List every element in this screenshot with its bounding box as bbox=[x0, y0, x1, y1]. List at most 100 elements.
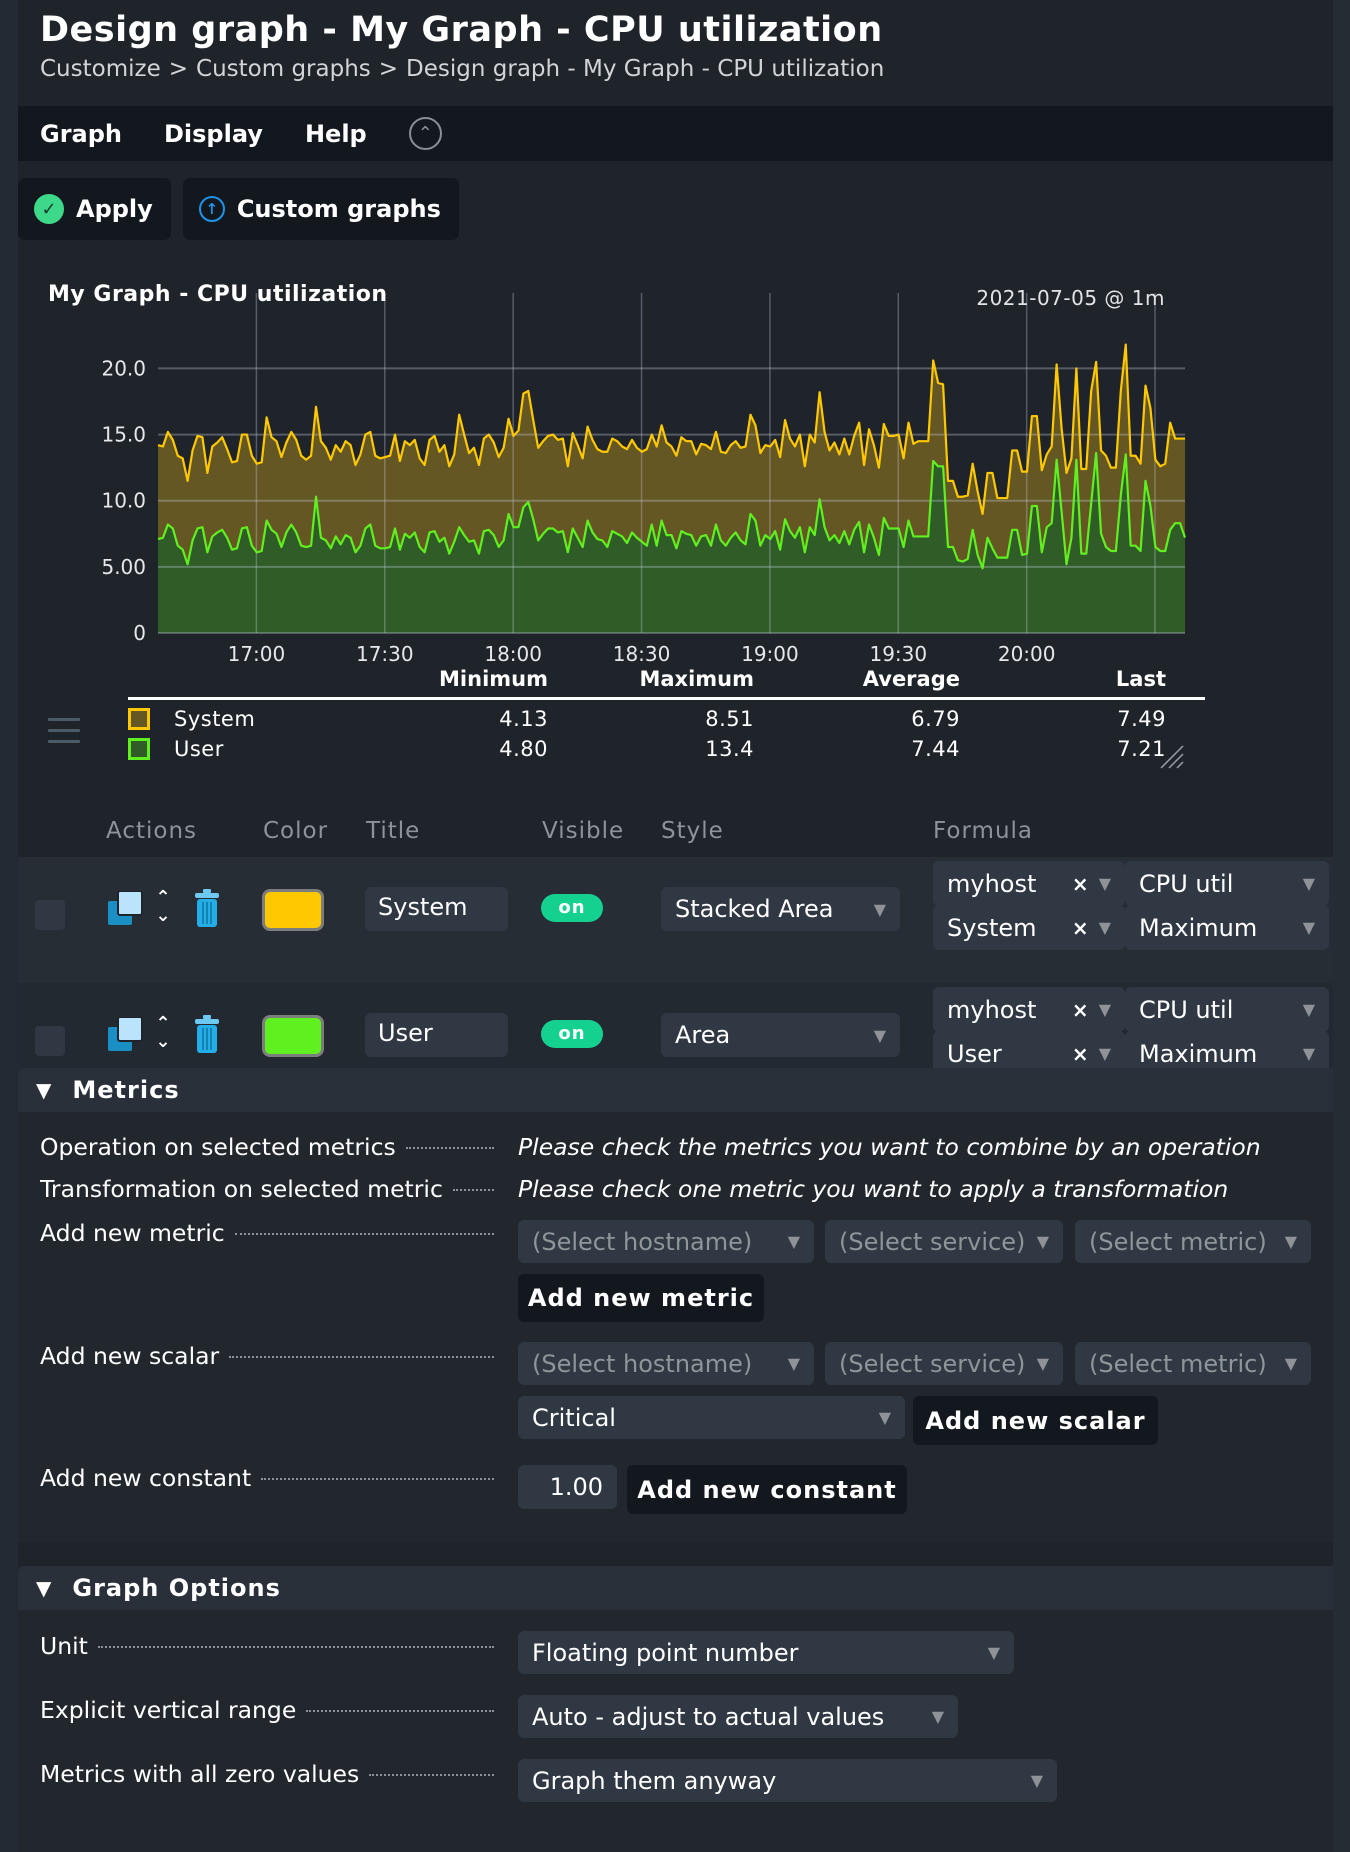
clear-icon[interactable]: × bbox=[1072, 1042, 1089, 1066]
host-value: myhost bbox=[947, 995, 1037, 1024]
custom-graphs-label: Custom graphs bbox=[236, 195, 441, 223]
dropdown-arrow-icon: ▼ bbox=[787, 1232, 800, 1251]
add-metric-metric-select[interactable]: (Select metric) ▼ bbox=[1075, 1220, 1311, 1263]
col-style: Style bbox=[661, 818, 724, 844]
add-scalar-metric-select[interactable]: (Select metric) ▼ bbox=[1075, 1342, 1311, 1385]
service-placeholder: (Select service) bbox=[839, 1349, 1026, 1378]
menu-graph[interactable]: Graph bbox=[40, 120, 122, 148]
select-checkbox[interactable] bbox=[35, 1026, 65, 1056]
consolidation-select[interactable]: Maximum ▼ bbox=[1125, 905, 1329, 950]
host-select[interactable]: myhost × ▼ bbox=[933, 861, 1125, 906]
service-value: User bbox=[947, 1039, 1002, 1068]
legend-name: User bbox=[174, 737, 224, 761]
color-picker[interactable] bbox=[262, 1015, 324, 1057]
title-input[interactable]: User bbox=[365, 1013, 508, 1057]
dropdown-arrow-icon: ▼ bbox=[1098, 918, 1111, 937]
col-visible: Visible bbox=[542, 818, 625, 844]
vertical-range-select[interactable]: Auto - adjust to actual values ▼ bbox=[518, 1695, 958, 1738]
breadcrumb-separator: > bbox=[168, 56, 189, 82]
legend-last: 7.21 bbox=[1117, 737, 1166, 761]
hamburger-menu-icon[interactable] bbox=[48, 718, 80, 751]
constant-value-input[interactable]: 1.00 bbox=[518, 1465, 617, 1509]
metric-row: ⌃ ⌄ System on Stacked Area ▼ myhost × ▼ Syst… bbox=[18, 857, 1333, 983]
chevron-up-circle-icon[interactable]: ⌃ bbox=[408, 117, 442, 150]
menu-bar: Graph Display Help ⌃ bbox=[18, 106, 1333, 161]
legend-row-system: System 4.13 8.51 6.79 7.49 bbox=[128, 704, 1205, 734]
trash-icon[interactable] bbox=[194, 889, 220, 927]
clear-icon[interactable]: × bbox=[1072, 872, 1089, 896]
page-title: Design graph - My Graph - CPU utilizatio… bbox=[40, 10, 883, 50]
metric-select[interactable]: CPU util ▼ bbox=[1125, 987, 1329, 1032]
legend-min: 4.13 bbox=[499, 707, 548, 731]
move-up-down-icon[interactable]: ⌃ ⌄ bbox=[152, 889, 174, 929]
move-up-down-icon[interactable]: ⌃ ⌄ bbox=[152, 1015, 174, 1055]
y-tick-label: 15.0 bbox=[101, 423, 146, 447]
col-color: Color bbox=[263, 818, 329, 844]
add-new-scalar-button[interactable]: Add new scalar bbox=[913, 1396, 1158, 1445]
host-value: myhost bbox=[947, 869, 1037, 898]
style-value: Stacked Area bbox=[675, 895, 834, 923]
metric-placeholder: (Select metric) bbox=[1089, 1227, 1267, 1256]
graph-title: My Graph - CPU utilization bbox=[48, 282, 388, 307]
metrics-section-body: Operation on selected metrics Please che… bbox=[18, 1112, 1333, 1542]
add-metric-service-select[interactable]: (Select service) ▼ bbox=[825, 1220, 1063, 1263]
title-input[interactable]: System bbox=[365, 887, 508, 931]
unit-select[interactable]: Floating point number ▼ bbox=[518, 1631, 1014, 1674]
add-new-constant-button[interactable]: Add new constant bbox=[627, 1465, 907, 1514]
graph-timestamp: 2021-07-05 @ 1m bbox=[976, 286, 1165, 310]
style-select[interactable]: Area ▼ bbox=[661, 1013, 900, 1057]
add-scalar-service-select[interactable]: (Select service) ▼ bbox=[825, 1342, 1063, 1385]
trash-icon[interactable] bbox=[194, 1015, 220, 1053]
add-new-metric-button[interactable]: Add new metric bbox=[518, 1274, 764, 1322]
y-tick-label: 0 bbox=[133, 621, 146, 645]
graph-options-section-header[interactable]: ▼ Graph Options bbox=[18, 1566, 1333, 1610]
clone-icon[interactable] bbox=[108, 1017, 144, 1051]
scalar-type-select[interactable]: Critical ▼ bbox=[518, 1396, 905, 1439]
dropdown-arrow-icon: ▼ bbox=[1302, 1000, 1315, 1019]
col-actions: Actions bbox=[106, 818, 198, 844]
dropdown-arrow-icon: ▼ bbox=[873, 1025, 886, 1045]
color-picker[interactable] bbox=[262, 889, 324, 931]
triangle-down-icon: ▼ bbox=[36, 1576, 53, 1600]
host-placeholder: (Select hostname) bbox=[532, 1227, 753, 1256]
menu-help[interactable]: Help bbox=[305, 120, 367, 148]
style-select[interactable]: Stacked Area ▼ bbox=[661, 887, 900, 931]
select-checkbox[interactable] bbox=[35, 900, 65, 930]
zero-values-select[interactable]: Graph them anyway ▼ bbox=[518, 1759, 1057, 1802]
dropdown-arrow-icon: ▼ bbox=[1284, 1232, 1297, 1251]
breadcrumb-separator: > bbox=[378, 56, 399, 82]
legend-max: 13.4 bbox=[705, 737, 754, 761]
service-value: System bbox=[947, 913, 1037, 942]
service-select[interactable]: System × ▼ bbox=[933, 905, 1125, 950]
resize-handle-icon[interactable] bbox=[1159, 744, 1185, 770]
apply-button[interactable]: ✓ Apply bbox=[18, 178, 171, 240]
graph-options-section-body: Unit Floating point number ▼ Explicit ver… bbox=[18, 1610, 1333, 1852]
menu-display[interactable]: Display bbox=[164, 120, 263, 148]
visible-toggle[interactable]: on bbox=[541, 894, 603, 922]
unit-value: Floating point number bbox=[532, 1638, 799, 1667]
breadcrumb-current[interactable]: Design graph - My Graph - CPU utilizatio… bbox=[406, 56, 884, 82]
host-placeholder: (Select hostname) bbox=[532, 1349, 753, 1378]
cpu-utilization-chart[interactable]: 05.0010.015.020.017:00 17:30 18:00 18:30 19:… bbox=[18, 260, 1333, 680]
add-scalar-host-select[interactable]: (Select hostname) ▼ bbox=[518, 1342, 814, 1385]
custom-graphs-button[interactable]: ↑ Custom graphs bbox=[182, 178, 459, 240]
visible-toggle[interactable]: on bbox=[541, 1020, 603, 1048]
y-tick-label: 5.00 bbox=[101, 555, 146, 579]
clone-icon[interactable] bbox=[108, 891, 144, 925]
metrics-section-header[interactable]: ▼ Metrics bbox=[18, 1068, 1333, 1112]
host-select[interactable]: myhost × ▼ bbox=[933, 987, 1125, 1032]
legend-header-minimum: Minimum bbox=[439, 667, 548, 691]
dropdown-arrow-icon: ▼ bbox=[1284, 1354, 1297, 1373]
clear-icon[interactable]: × bbox=[1072, 916, 1089, 940]
transformation-hint: Please check one metric you want to appl… bbox=[518, 1175, 1229, 1203]
metrics-table-header: Actions Color Title Visible Style Formul… bbox=[18, 805, 1333, 857]
zero-values-label: Metrics with all zero values bbox=[40, 1760, 494, 1788]
metric-select[interactable]: CPU util ▼ bbox=[1125, 861, 1329, 906]
breadcrumb-custom-graphs[interactable]: Custom graphs bbox=[196, 56, 371, 82]
breadcrumb-customize[interactable]: Customize bbox=[40, 56, 161, 82]
dropdown-arrow-icon: ▼ bbox=[873, 899, 886, 919]
clear-icon[interactable]: × bbox=[1072, 998, 1089, 1022]
style-value: Area bbox=[675, 1021, 731, 1049]
add-metric-host-select[interactable]: (Select hostname) ▼ bbox=[518, 1220, 814, 1263]
legend-header-last: Last bbox=[1115, 667, 1166, 691]
